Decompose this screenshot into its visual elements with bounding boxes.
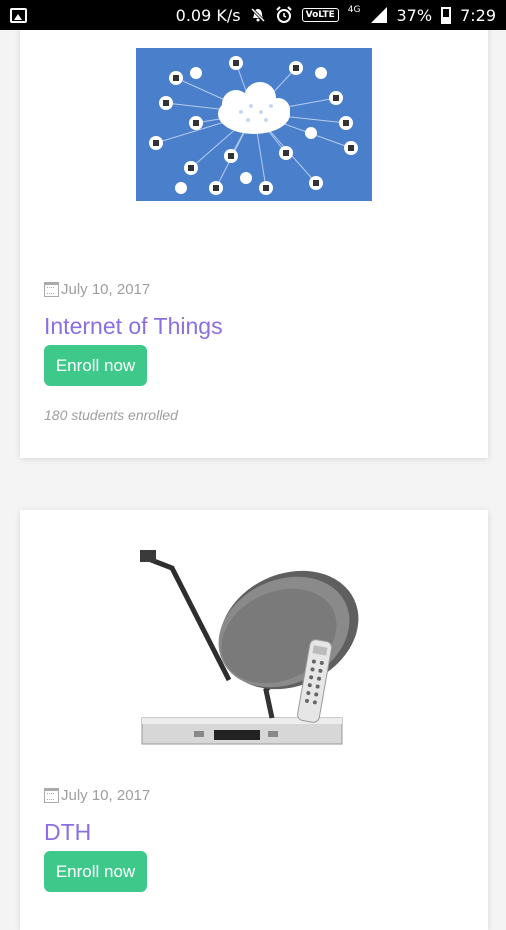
gallery-icon bbox=[10, 7, 27, 23]
enroll-now-button[interactable]: Enroll now bbox=[44, 345, 147, 386]
course-card[interactable]: July 10, 2017 DTH Enroll now bbox=[20, 510, 488, 930]
iot-cloud-image bbox=[136, 48, 372, 201]
signal-icon bbox=[370, 7, 387, 23]
network-speed: 0.09 K/s bbox=[175, 5, 241, 25]
course-date: July 10, 2017 bbox=[44, 787, 150, 804]
satellite-dish-image bbox=[140, 550, 359, 745]
course-card[interactable]: July 10, 2017 Internet of Things Enroll … bbox=[20, 0, 488, 458]
enroll-now-button[interactable]: Enroll now bbox=[44, 851, 147, 892]
alarm-icon bbox=[275, 6, 292, 23]
course-date-text: July 10, 2017 bbox=[61, 281, 151, 298]
students-enrolled: 180 students enrolled bbox=[44, 407, 178, 423]
mute-icon bbox=[250, 7, 265, 23]
battery-percent: 37% bbox=[396, 5, 433, 25]
course-title[interactable]: Internet of Things bbox=[44, 313, 223, 340]
volte-badge: VoLTE bbox=[301, 8, 339, 22]
course-title[interactable]: DTH bbox=[44, 819, 91, 846]
battery-icon bbox=[441, 6, 452, 24]
calendar-icon bbox=[44, 788, 59, 803]
calendar-icon bbox=[44, 282, 59, 297]
status-bar: 0.09 K/s VoLTE 4G 37% 7:29 bbox=[0, 0, 506, 30]
course-date: July 10, 2017 bbox=[44, 281, 150, 298]
course-date-text: July 10, 2017 bbox=[61, 787, 151, 804]
clock: 7:29 bbox=[460, 5, 496, 25]
network-type: 4G bbox=[347, 5, 361, 15]
